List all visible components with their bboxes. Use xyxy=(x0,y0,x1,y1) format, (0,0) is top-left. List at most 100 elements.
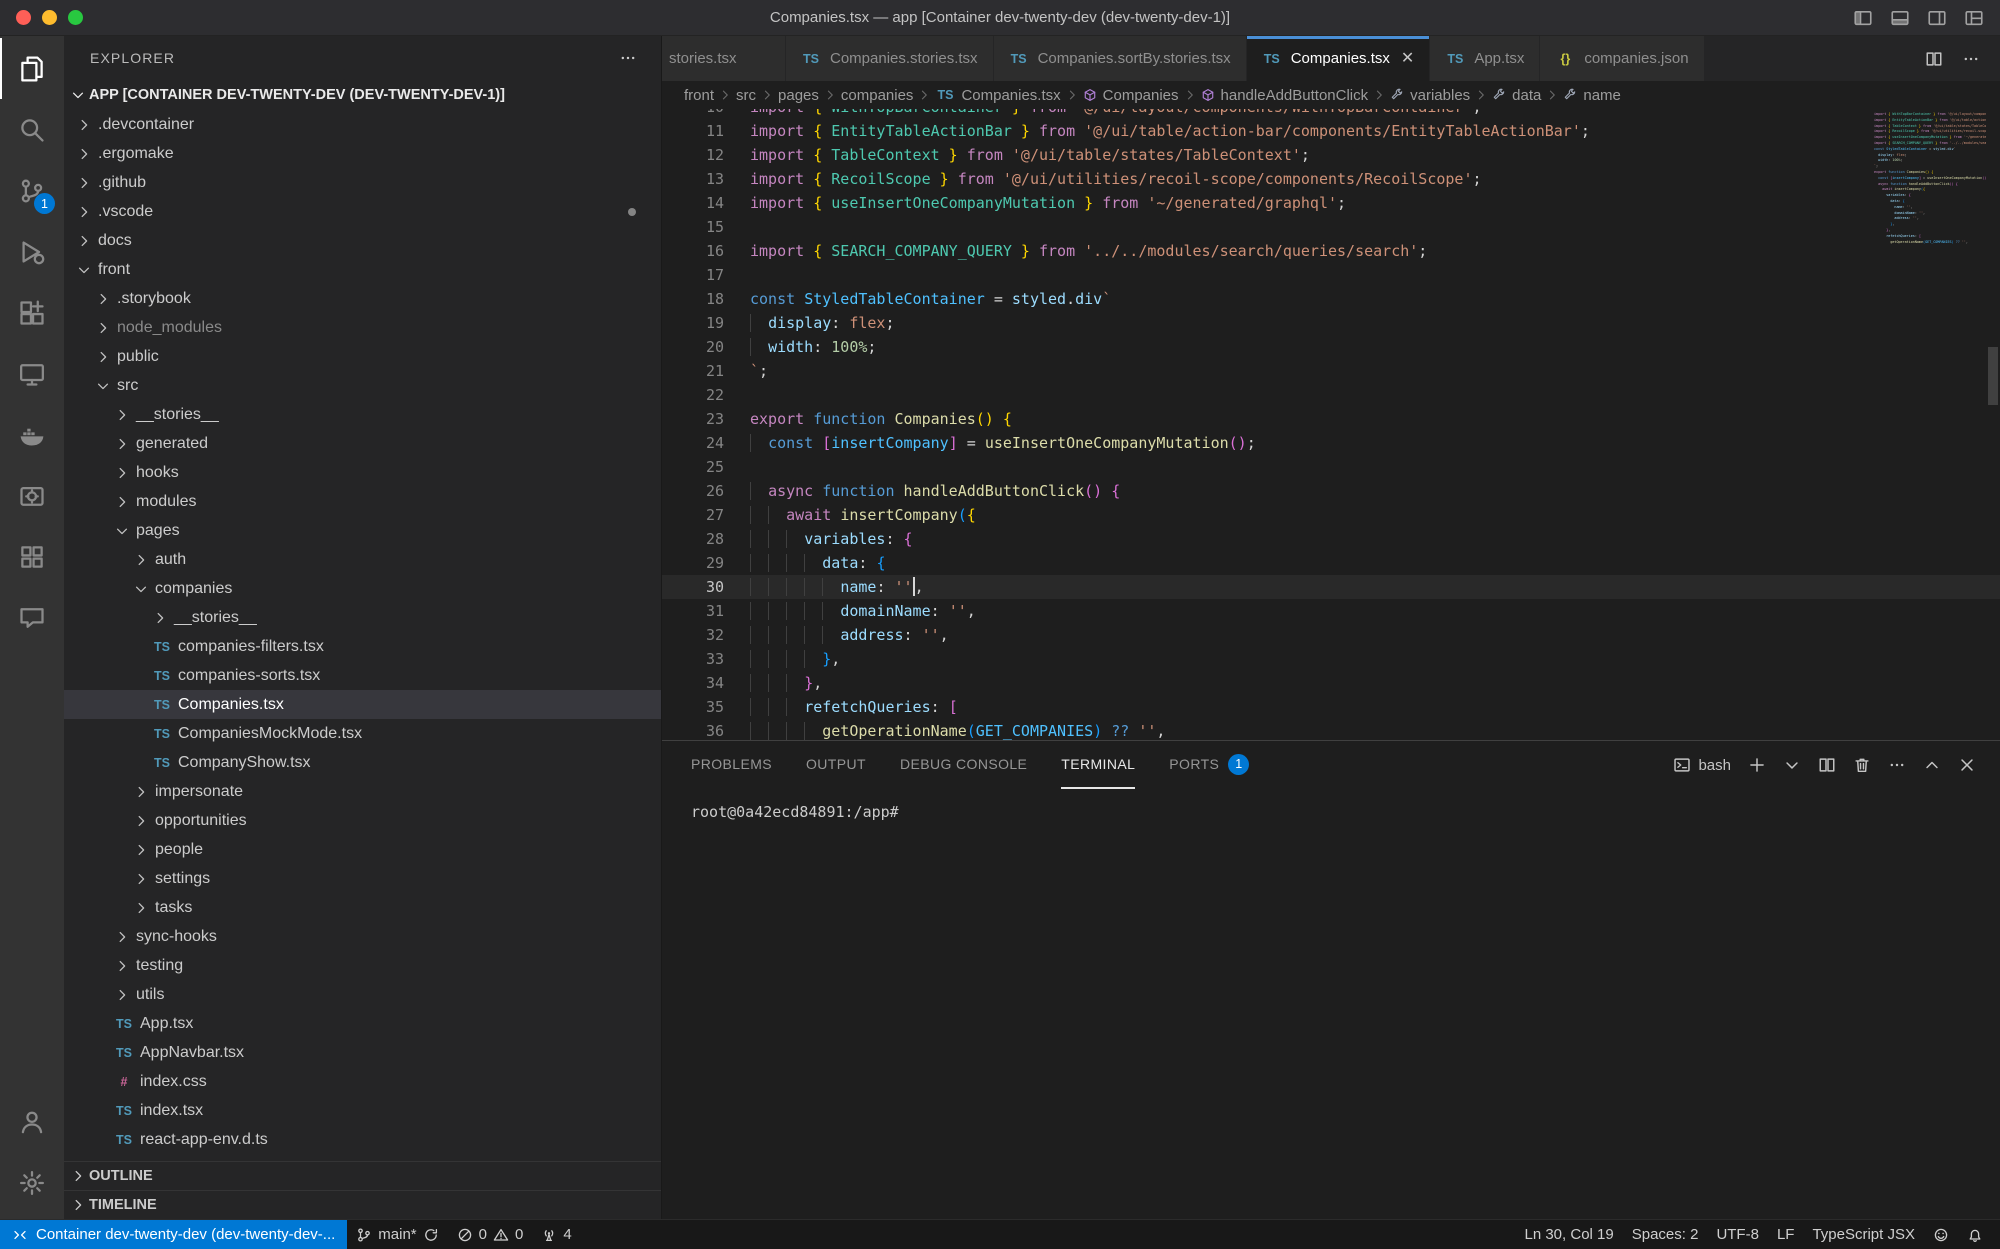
code-line-25[interactable]: 25 xyxy=(662,455,2000,479)
code-line-22[interactable]: 22 xyxy=(662,383,2000,407)
code-line-17[interactable]: 17 xyxy=(662,263,2000,287)
tree-item-vscode[interactable]: .vscode xyxy=(64,197,661,226)
tree-item-public[interactable]: public xyxy=(64,342,661,371)
close-window-button[interactable] xyxy=(16,10,31,25)
tree-item-appnavbar-tsx[interactable]: TSAppNavbar.tsx xyxy=(64,1038,661,1067)
breadcrumb-item-name[interactable]: name xyxy=(1563,87,1621,104)
breadcrumb-item-pages[interactable]: pages xyxy=(778,87,819,104)
notifications-status[interactable] xyxy=(1958,1220,1992,1249)
tree-item-auth[interactable]: auth xyxy=(64,545,661,574)
toggle-secondary-sidebar-icon[interactable] xyxy=(1927,8,1947,28)
code-line-28[interactable]: 28 variables: { xyxy=(662,527,2000,551)
code-editor[interactable]: 10import { WithTopBarContainer } from '@… xyxy=(662,109,2000,740)
sidebar-section-outline[interactable]: OUTLINE xyxy=(64,1161,661,1190)
tree-item-companies[interactable]: companies xyxy=(64,574,661,603)
activity-accounts[interactable] xyxy=(0,1091,64,1152)
customize-layout-icon[interactable] xyxy=(1964,8,1984,28)
ports-status[interactable]: 4 xyxy=(532,1220,580,1249)
feedback-status[interactable] xyxy=(1924,1220,1958,1249)
scrollbar-thumb[interactable] xyxy=(1988,347,1998,405)
panel-tab-ports[interactable]: PORTS1 xyxy=(1169,741,1249,789)
tree-item-src[interactable]: src xyxy=(64,371,661,400)
activity-comments[interactable] xyxy=(0,587,64,648)
indentation-status[interactable]: Spaces: 2 xyxy=(1623,1220,1708,1249)
tree-item-devcontainer[interactable]: .devcontainer xyxy=(64,110,661,139)
encoding-status[interactable]: UTF-8 xyxy=(1707,1220,1768,1249)
code-line-30[interactable]: 30 name: '', xyxy=(662,575,2000,599)
activity-test-explorer[interactable] xyxy=(0,526,64,587)
minimap[interactable]: import { WithTopBarContainer } from '@/u… xyxy=(1874,109,1986,245)
code-line-16[interactable]: 16import { SEARCH_COMPANY_QUERY } from '… xyxy=(662,239,2000,263)
activity-docker[interactable] xyxy=(0,404,64,465)
split-editor-icon[interactable] xyxy=(1925,50,1943,68)
tree-item-companiesmockmode-tsx[interactable]: TSCompaniesMockMode.tsx xyxy=(64,719,661,748)
minimize-window-button[interactable] xyxy=(42,10,57,25)
tree-item-docs[interactable]: docs xyxy=(64,226,661,255)
cursor-position-status[interactable]: Ln 30, Col 19 xyxy=(1515,1220,1622,1249)
code-line-36[interactable]: 36 getOperationName(GET_COMPANIES) ?? ''… xyxy=(662,719,2000,740)
tree-item-testing[interactable]: testing xyxy=(64,951,661,980)
tree-item-stories[interactable]: __stories__ xyxy=(64,400,661,429)
problems-status[interactable]: 0 0 xyxy=(448,1220,533,1249)
workspace-section-header[interactable]: APP [CONTAINER DEV-TWENTY-DEV (DEV-TWENT… xyxy=(64,80,661,110)
zoom-window-button[interactable] xyxy=(68,10,83,25)
code-line-29[interactable]: 29 data: { xyxy=(662,551,2000,575)
tab-companies-json[interactable]: {}companies.json xyxy=(1540,36,1704,81)
breadcrumb-item-src[interactable]: src xyxy=(736,87,756,104)
tab-companies-sortby-stories-tsx[interactable]: TSCompanies.sortBy.stories.tsx xyxy=(994,36,1247,81)
code-line-33[interactable]: 33 }, xyxy=(662,647,2000,671)
tree-item-modules[interactable]: modules xyxy=(64,487,661,516)
tree-item-companies-filters-tsx[interactable]: TScompanies-filters.tsx xyxy=(64,632,661,661)
eol-status[interactable]: LF xyxy=(1768,1220,1804,1249)
breadcrumb-item-companies[interactable]: Companies xyxy=(1083,87,1179,104)
tree-item-companies-tsx[interactable]: TSCompanies.tsx xyxy=(64,690,661,719)
tree-item-hooks[interactable]: hooks xyxy=(64,458,661,487)
explorer-more-actions-icon[interactable] xyxy=(619,49,637,67)
code-line-26[interactable]: 26 async function handleAddButtonClick()… xyxy=(662,479,2000,503)
tab-companies-stories-tsx[interactable]: TSCompanies.stories.tsx xyxy=(786,36,994,81)
tree-item-index-tsx[interactable]: TSindex.tsx xyxy=(64,1096,661,1125)
activity-explorer[interactable] xyxy=(0,38,64,99)
code-line-24[interactable]: 24 const [insertCompany] = useInsertOneC… xyxy=(662,431,2000,455)
tree-item-tasks[interactable]: tasks xyxy=(64,893,661,922)
code-line-13[interactable]: 13import { RecoilScope } from '@/ui/util… xyxy=(662,167,2000,191)
breadcrumb-item-companies[interactable]: companies xyxy=(841,87,914,104)
code-line-18[interactable]: 18const StyledTableContainer = styled.di… xyxy=(662,287,2000,311)
more-actions-icon[interactable] xyxy=(1962,50,1980,68)
shell-selector[interactable]: bash xyxy=(1673,756,1731,774)
tree-item-front[interactable]: front xyxy=(64,255,661,284)
code-line-19[interactable]: 19 display: flex; xyxy=(662,311,2000,335)
tree-item-settings[interactable]: settings xyxy=(64,864,661,893)
tab-companies-tsx[interactable]: TSCompanies.tsx✕ xyxy=(1247,36,1431,81)
remote-indicator[interactable]: Container dev-twenty-dev (dev-twenty-dev… xyxy=(0,1220,347,1249)
code-line-34[interactable]: 34 }, xyxy=(662,671,2000,695)
tree-item-ergomake[interactable]: .ergomake xyxy=(64,139,661,168)
code-line-15[interactable]: 15 xyxy=(662,215,2000,239)
tree-item-sync-hooks[interactable]: sync-hooks xyxy=(64,922,661,951)
tree-item-opportunities[interactable]: opportunities xyxy=(64,806,661,835)
code-line-11[interactable]: 11import { EntityTableActionBar } from '… xyxy=(662,119,2000,143)
code-line-12[interactable]: 12import { TableContext } from '@/ui/tab… xyxy=(662,143,2000,167)
tree-item-impersonate[interactable]: impersonate xyxy=(64,777,661,806)
language-mode-status[interactable]: TypeScript JSX xyxy=(1803,1220,1924,1249)
code-line-32[interactable]: 32 address: '', xyxy=(662,623,2000,647)
activity-search[interactable] xyxy=(0,99,64,160)
panel-tab-output[interactable]: OUTPUT xyxy=(806,741,866,789)
tab-app-tsx[interactable]: TSApp.tsx xyxy=(1430,36,1540,81)
kill-terminal[interactable] xyxy=(1853,756,1871,774)
breadcrumb-item-handleaddbuttonclick[interactable]: handleAddButtonClick xyxy=(1201,87,1369,104)
activity-source-control[interactable]: 1 xyxy=(0,160,64,221)
tree-item-app-tsx[interactable]: TSApp.tsx xyxy=(64,1009,661,1038)
close-tab-icon[interactable]: ✕ xyxy=(1401,51,1414,67)
split-terminal[interactable] xyxy=(1818,756,1836,774)
tree-item-people[interactable]: people xyxy=(64,835,661,864)
code-line-21[interactable]: 21`; xyxy=(662,359,2000,383)
code-line-23[interactable]: 23export function Companies() { xyxy=(662,407,2000,431)
tree-item-companyshow-tsx[interactable]: TSCompanyShow.tsx xyxy=(64,748,661,777)
activity-settings[interactable] xyxy=(0,1152,64,1213)
close-panel[interactable] xyxy=(1958,756,1976,774)
breadcrumb-item-front[interactable]: front xyxy=(684,87,714,104)
tree-item-pages[interactable]: pages xyxy=(64,516,661,545)
activity-run-debug[interactable] xyxy=(0,221,64,282)
panel-tab-problems[interactable]: PROBLEMS xyxy=(691,741,772,789)
